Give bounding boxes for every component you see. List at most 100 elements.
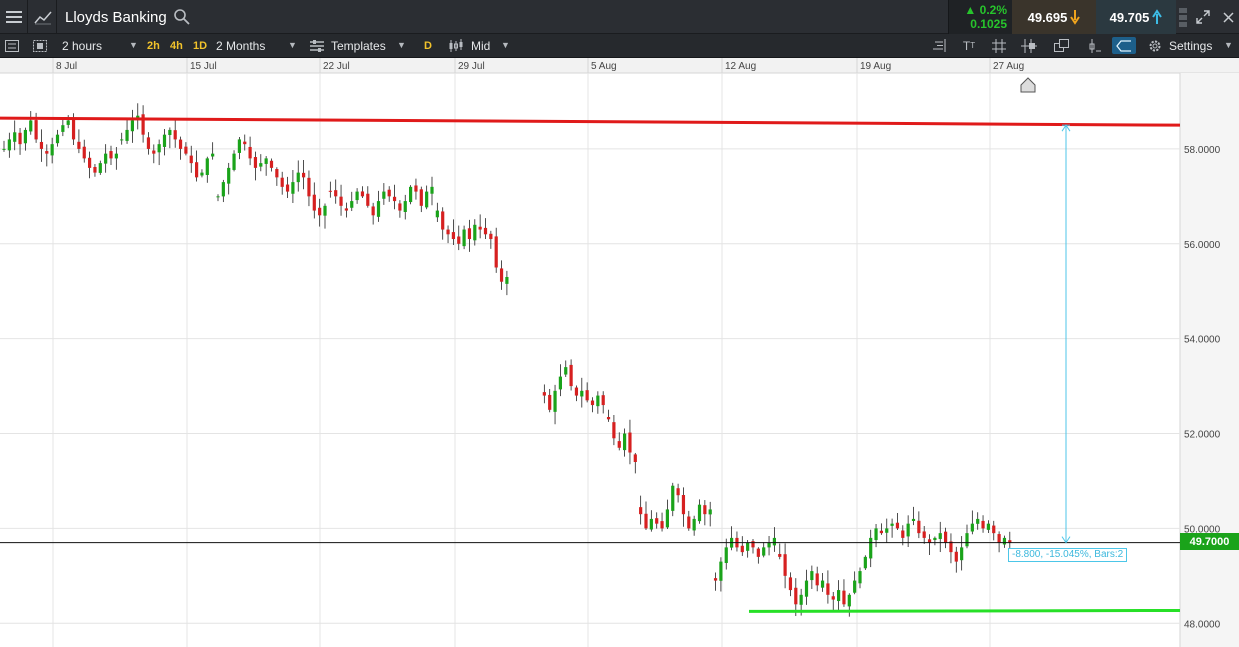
candle-body	[168, 129, 172, 136]
candle-body	[617, 441, 621, 448]
candle-body	[285, 184, 290, 192]
candle-body	[178, 139, 183, 149]
chevron-down-icon: ▼	[129, 40, 138, 50]
close-button[interactable]	[1218, 0, 1238, 34]
candle-body	[890, 523, 894, 526]
buy-price: 49.705	[1109, 9, 1150, 25]
candle-body	[173, 130, 177, 140]
candle-body	[970, 523, 974, 532]
candle-body	[542, 392, 546, 396]
candle-body	[922, 531, 926, 538]
candle-body	[569, 364, 573, 387]
text-tool-icon[interactable]: TT	[960, 37, 978, 54]
candle-body	[18, 132, 22, 145]
scroll-marker-icon	[1020, 77, 1036, 93]
candle-body	[874, 528, 878, 541]
candle-body	[901, 530, 905, 538]
quick-interval-4h[interactable]: 4h	[170, 34, 183, 57]
chevron-down-icon: ▼	[1224, 40, 1233, 50]
candle-body	[339, 196, 343, 206]
candle-body	[917, 520, 921, 534]
candle-body	[23, 129, 27, 144]
expand-icon	[1196, 10, 1210, 24]
candle-body	[649, 518, 653, 530]
candle-body	[125, 129, 129, 141]
quick-interval-2h[interactable]: 2h	[147, 34, 160, 57]
change-percent-row: ▲ 0.2%	[964, 3, 1007, 17]
candle-body	[788, 577, 793, 591]
expand-button[interactable]	[1192, 0, 1214, 34]
candle-body	[318, 207, 322, 216]
x-tick-label: 27 Aug	[993, 61, 1024, 72]
templates-label: Templates	[331, 38, 386, 53]
candle-body	[7, 139, 11, 151]
sell-button[interactable]: 49.695	[1012, 0, 1096, 34]
candle-body	[869, 537, 873, 559]
x-tick-label: 8 Jul	[56, 61, 77, 72]
search-icon[interactable]	[173, 8, 191, 26]
candle-body	[842, 590, 846, 605]
candle-body	[141, 114, 145, 135]
price-type-select[interactable]: Mid	[471, 34, 490, 57]
y-tick-label: 56.0000	[1184, 240, 1221, 251]
candle-body	[227, 167, 231, 184]
measure-tool-icon[interactable]	[1112, 37, 1136, 54]
candle-body	[253, 157, 258, 168]
support-line	[748, 608, 1181, 613]
candle-body	[307, 177, 311, 197]
candle-body	[692, 518, 696, 531]
layout-icon[interactable]	[31, 37, 49, 54]
candle-body	[435, 210, 439, 218]
grid-icon[interactable]	[990, 37, 1008, 54]
range-select[interactable]: 2 Months	[216, 34, 265, 57]
candle-body	[114, 153, 118, 159]
candle-body	[596, 395, 600, 407]
buy-button[interactable]: 49.705	[1096, 0, 1176, 34]
candlestick-icon	[447, 37, 465, 54]
candle-body	[810, 571, 814, 581]
gear-icon[interactable]	[1146, 37, 1164, 54]
templates-select[interactable]: Templates	[331, 34, 386, 57]
x-tick-label: 15 Jul	[190, 61, 217, 72]
quick-interval-1d[interactable]: 1D	[193, 34, 207, 57]
windows-icon[interactable]	[1052, 37, 1070, 54]
candle-body	[291, 182, 295, 194]
candle-body	[606, 417, 611, 420]
candle-body	[585, 390, 589, 401]
crosshair-icon[interactable]	[1020, 37, 1038, 54]
candle-body	[211, 153, 215, 157]
window-grip[interactable]	[1176, 0, 1190, 34]
candle-body	[639, 507, 643, 515]
price-change: ▲ 0.2% 0.1025	[948, 0, 1012, 34]
candle-body	[708, 509, 712, 515]
candle-body	[237, 139, 241, 153]
settings-button[interactable]: Settings	[1169, 34, 1212, 57]
candle-body	[906, 523, 910, 537]
list-icon[interactable]	[3, 37, 21, 54]
hamburger-icon	[5, 11, 22, 23]
candle-tool-icon[interactable]	[1085, 37, 1103, 54]
candle-body	[799, 594, 803, 605]
instrument-name[interactable]: Lloyds Banking	[58, 0, 188, 34]
candle-body	[323, 205, 327, 216]
candle-body	[938, 533, 942, 539]
sell-price: 49.695	[1027, 9, 1068, 25]
y-tick-label: 58.0000	[1184, 145, 1221, 156]
candle-body	[713, 578, 718, 581]
day-marker[interactable]: D	[424, 34, 432, 57]
chart-type-button[interactable]	[29, 0, 57, 34]
candle-body	[473, 224, 477, 241]
menu-button[interactable]	[0, 0, 28, 34]
candle-body	[687, 516, 691, 529]
candle-body	[820, 580, 825, 588]
candle-body	[392, 196, 397, 202]
candle-body	[152, 150, 156, 154]
candle-body	[644, 513, 648, 529]
indicator-list-icon[interactable]	[930, 37, 948, 54]
candle-body	[815, 573, 819, 586]
candle-body	[671, 485, 675, 511]
candle-body	[885, 528, 889, 533]
chevron-down-icon: ▼	[501, 40, 510, 50]
interval-select[interactable]: 2 hours	[62, 34, 102, 57]
price-axis	[1180, 73, 1239, 647]
